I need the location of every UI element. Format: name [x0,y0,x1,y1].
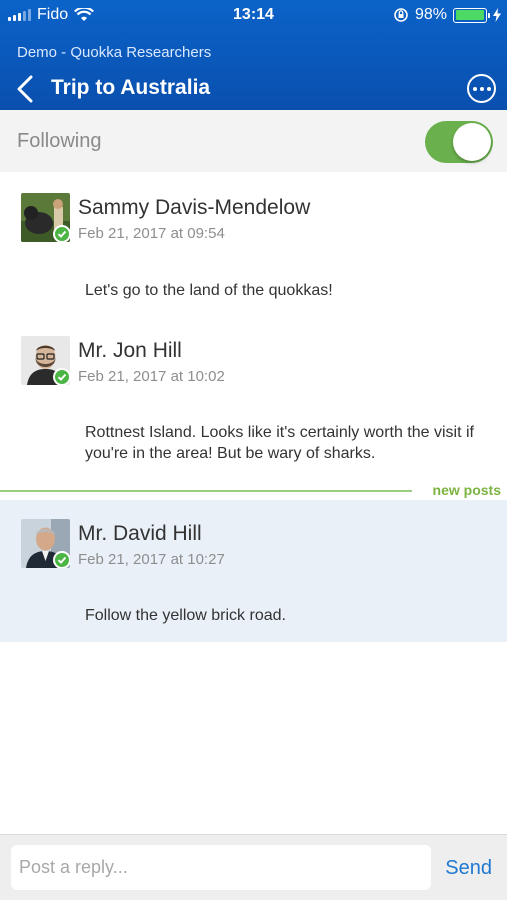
battery-icon [453,7,490,23]
new-posts-divider [0,490,412,492]
post-item: Sammy Davis-Mendelow Feb 21, 2017 at 09:… [0,172,507,322]
verified-check-icon [53,368,70,385]
avatar[interactable] [21,519,70,568]
charging-bolt-icon [493,8,501,22]
post-author[interactable]: Mr. David Hill [78,522,202,546]
battery-percent: 98% [414,6,447,23]
back-icon[interactable] [14,74,38,104]
group-subtitle: Demo - Quokka Researchers [17,44,212,61]
toggle-knob [453,123,491,161]
verified-check-icon [53,551,70,568]
avatar[interactable] [21,193,70,242]
post-item: Mr. Jon Hill Feb 21, 2017 at 10:02 Rottn… [0,315,507,485]
post-date: Feb 21, 2017 at 10:02 [78,368,225,385]
post-item: Mr. David Hill Feb 21, 2017 at 10:27 Fol… [0,498,507,642]
more-options-icon[interactable] [467,74,496,103]
send-button[interactable]: Send [445,857,492,880]
app-header: Fido 13:14 98% Demo - Quokka Researchers [0,0,507,110]
post-body: Rottnest Island. Looks like it's certain… [85,424,474,462]
battery-status: 98% [393,6,501,24]
following-label: Following [17,130,102,152]
post-author[interactable]: Mr. Jon Hill [78,339,182,363]
following-toggle[interactable] [425,121,493,163]
status-bar: Fido 13:14 98% [0,0,507,32]
avatar[interactable] [21,336,70,385]
post-body: Let's go to the land of the quokkas! [85,282,333,299]
page-title: Trip to Australia [51,76,211,99]
reply-input[interactable] [11,845,431,890]
reply-bar: Send [0,834,507,900]
battery-fill [455,10,484,20]
post-author[interactable]: Sammy Davis-Mendelow [78,196,310,220]
post-date: Feb 21, 2017 at 09:54 [78,225,225,242]
post-body: Follow the yellow brick road. [85,607,286,624]
verified-check-icon [53,225,70,242]
following-bar: Following [0,110,507,172]
new-posts-label: new posts [432,482,501,498]
orientation-lock-icon [394,8,408,22]
post-date: Feb 21, 2017 at 10:27 [78,551,225,568]
